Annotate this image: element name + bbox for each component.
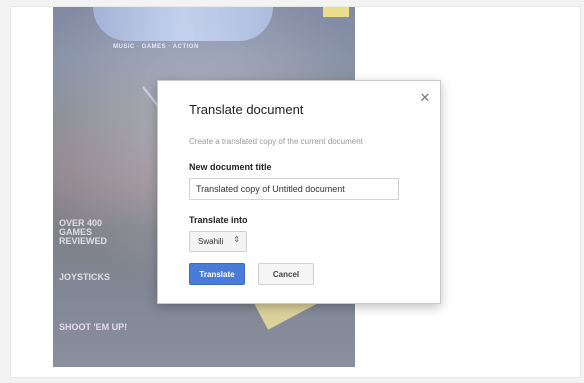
language-select-value: Swahili <box>198 237 224 246</box>
language-select[interactable]: Swahili ⇕ <box>189 231 247 252</box>
close-icon[interactable]: ✕ <box>418 91 432 105</box>
new-document-title-label: New document title <box>189 162 272 172</box>
translate-into-label: Translate into <box>189 215 248 225</box>
new-document-title-input[interactable] <box>189 178 399 200</box>
translate-document-dialog: Translate document ✕ Create a translated… <box>157 80 441 304</box>
dialog-description: Create a translated copy of the current … <box>189 137 363 146</box>
dialog-title: Translate document <box>189 102 304 117</box>
cancel-button[interactable]: Cancel <box>258 263 314 285</box>
translate-button[interactable]: Translate <box>189 263 245 285</box>
select-arrows-icon: ⇕ <box>233 235 240 244</box>
